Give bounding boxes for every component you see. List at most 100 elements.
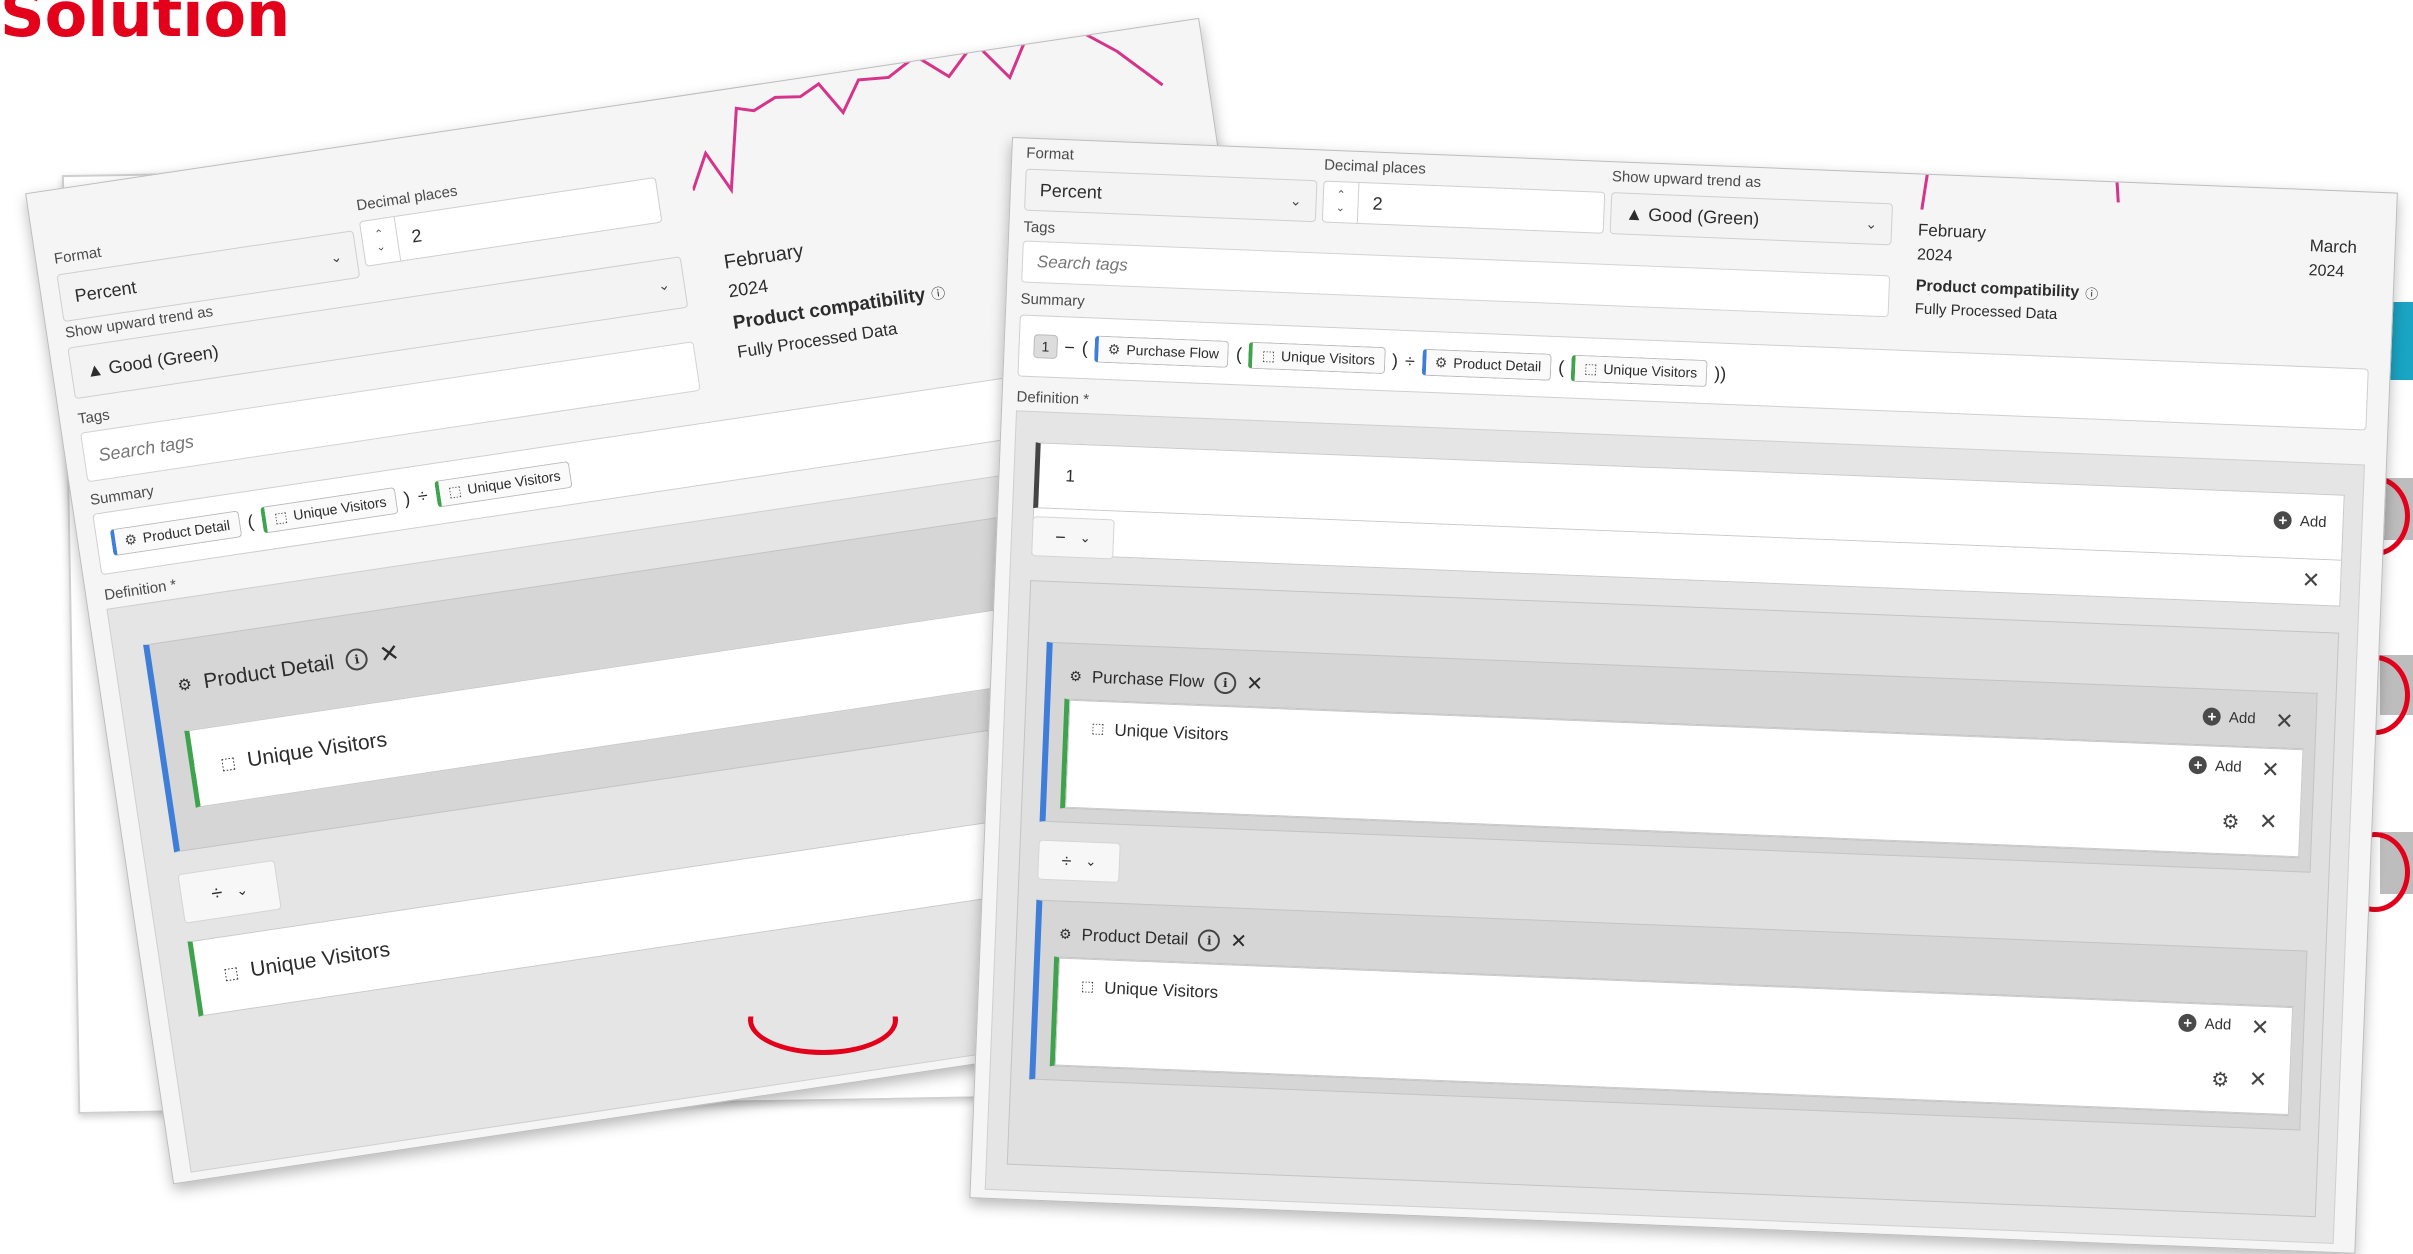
summary-chip-product-detail: ⚙ Product Detail <box>109 509 242 556</box>
info-icon[interactable]: i <box>1213 671 1237 694</box>
close-icon[interactable]: ✕ <box>2275 708 2294 735</box>
gear-icon[interactable]: ⚙ <box>2211 1067 2230 1093</box>
close-icon[interactable]: ✕ <box>1230 928 1248 954</box>
dimension-container: ⬚ Unique Visitors + Add ✕ ⚙ ✕ <box>1049 956 2294 1117</box>
gear-icon[interactable]: ⚙ <box>2221 809 2240 835</box>
summary-chip-purchase-flow: ⚙ Purchase Flow <box>1094 335 1230 368</box>
add-button[interactable]: + Add <box>2178 1013 2232 1034</box>
metric-label: Product Detail <box>201 650 336 693</box>
metric-container-product-detail: ⚙ Product Detail i ✕ ⬚ Unique Visitors +… <box>1029 899 2308 1131</box>
summary-operator: ÷ <box>1404 350 1416 371</box>
close-icon[interactable]: ✕ <box>2301 567 2320 594</box>
dimension-row[interactable]: ⬚ Unique Visitors + Add ✕ ⚙ ✕ <box>1065 699 2304 858</box>
date-mar: March <box>2309 236 2358 258</box>
metric-title: ⚙ Product Detail i ✕ <box>1059 922 1248 955</box>
dimension-label: Unique Visitors <box>248 937 392 982</box>
tags-input[interactable]: Search tags <box>1021 240 1891 318</box>
trend-label: Show upward trend as <box>1611 168 1762 192</box>
date-feb: February <box>1917 220 1987 243</box>
chevron-down-icon: ⌄ <box>329 247 343 266</box>
segment-icon: ⬚ <box>219 754 238 774</box>
summary-paren: ( <box>246 510 255 532</box>
summary-paren: ( <box>1081 337 1089 358</box>
tags-label: Tags <box>1023 218 1056 237</box>
info-icon[interactable]: i <box>1197 928 1221 952</box>
info-icon[interactable]: i <box>344 646 370 672</box>
chevron-down-icon: ⌄ <box>656 275 671 294</box>
summary-paren: ) <box>1391 349 1399 371</box>
summary-paren: ) <box>402 487 412 509</box>
add-icon: + <box>2178 1013 2198 1033</box>
close-icon[interactable]: ✕ <box>1246 671 1264 697</box>
chip-label: Product Detail <box>141 516 232 546</box>
trend-select[interactable]: ▲ Good (Green) ⌄ <box>1609 192 1894 246</box>
date-feb-year: 2024 <box>1916 246 1953 265</box>
static-number-value: 1 <box>1065 466 1076 486</box>
close-icon[interactable]: ✕ <box>2250 1014 2269 1041</box>
decimal-places-label: Decimal places <box>1323 156 1427 178</box>
dimension-row[interactable]: ⬚ Unique Visitors + Add ✕ ⚙ ✕ <box>1054 957 2294 1116</box>
summary-paren: ( <box>1557 356 1565 377</box>
summary-chip-unique-visitors: ⬚ Unique Visitors <box>1248 341 1386 374</box>
add-label: Add <box>2228 708 2257 727</box>
chevron-down-icon: ⌄ <box>234 880 249 899</box>
format-select[interactable]: Percent ⌄ <box>1024 168 1318 223</box>
chip-label: Product Detail <box>1453 354 1542 375</box>
slide-title: Solution <box>0 0 291 51</box>
chip-label: Unique Visitors <box>292 493 388 524</box>
dimension-container: ⬚ Unique Visitors + Add ✕ ⚙ ✕ <box>1060 698 2304 859</box>
operator-select[interactable]: − ⌄ <box>1031 516 1115 560</box>
metric-icon: ⚙ <box>1069 667 1083 685</box>
add-button[interactable]: + Add <box>2188 755 2242 776</box>
chip-label: Unique Visitors <box>466 467 562 498</box>
trend-value: ▲ Good (Green) <box>1625 203 1760 229</box>
metric-title: ⚙ Product Detail i ✕ <box>175 638 401 700</box>
chevron-down-icon: ⌄ <box>1865 214 1878 232</box>
operator-value: − <box>1054 526 1067 547</box>
right-panel: Format Percent ⌄ Decimal places ⌃ ⌄ 2 Sho… <box>969 137 2398 1254</box>
summary-static-number: 1 <box>1033 334 1058 359</box>
stepper-icon[interactable]: ⌃ ⌄ <box>1322 181 1360 223</box>
add-button[interactable]: + Add <box>2202 707 2257 727</box>
drag-handle-icon[interactable]: ⋮ <box>190 764 199 774</box>
summary-paren: )) <box>1713 362 1727 384</box>
close-icon[interactable]: ✕ <box>377 638 402 670</box>
operator-select[interactable]: ÷ ⌄ <box>177 859 282 924</box>
chip-label: Unique Visitors <box>1603 360 1698 381</box>
close-icon[interactable]: ✕ <box>2259 809 2278 836</box>
close-icon[interactable]: ✕ <box>2248 1066 2267 1093</box>
chip-label: Purchase Flow <box>1126 341 1220 362</box>
info-icon[interactable]: ⓘ <box>930 283 947 305</box>
summary-box: 1 − ( ⚙ Purchase Flow ( ⬚ Unique Visitors … <box>1017 314 2369 431</box>
divide-operator-select[interactable]: ÷ ⌄ <box>1037 839 1121 883</box>
metric-icon: ⚙ <box>1058 925 1072 943</box>
compat-value: Fully Processed Data <box>1914 300 2058 324</box>
add-button[interactable]: + Add <box>2273 510 2327 531</box>
add-label: Add <box>2299 512 2327 531</box>
summary-operator: ÷ <box>416 484 430 507</box>
metric-icon: ⚙ <box>176 675 194 695</box>
decimal-places-value: 2 <box>410 224 424 247</box>
format-label: Format <box>52 243 103 268</box>
definition-label: Definition * <box>1016 388 1090 409</box>
tags-placeholder: Search tags <box>97 430 196 465</box>
add-icon: + <box>2188 755 2208 775</box>
tags-placeholder: Search tags <box>1036 252 1129 275</box>
compat-title: Product compatibility <box>1915 276 2080 301</box>
add-icon: + <box>2202 707 2222 726</box>
tags-label: Tags <box>76 406 111 428</box>
definition-area: 1 + Add ✕ − ⌄ ⚙ Purchase Flow i ✕ + Add … <box>984 410 2365 1244</box>
info-icon[interactable]: ⓘ <box>2085 283 2099 303</box>
segment-icon: ⬚ <box>1080 977 1095 994</box>
operator-value: ÷ <box>1061 850 1072 871</box>
summary-label: Summary <box>1020 290 1085 311</box>
chevron-down-icon: ⌄ <box>1289 191 1303 209</box>
operator-value: ÷ <box>209 881 224 905</box>
close-icon[interactable]: ✕ <box>2261 757 2280 784</box>
segment-icon: ⬚ <box>447 481 463 500</box>
decimal-places-stepper[interactable]: ⌃ ⌄ 2 <box>1321 180 1606 234</box>
summary-chip-product-detail: ⚙ Product Detail <box>1421 348 1552 381</box>
trend-value: ▲ Good (Green) <box>84 341 220 381</box>
decimal-places-value: 2 <box>1372 193 1384 214</box>
segment-icon: ⬚ <box>273 507 289 526</box>
